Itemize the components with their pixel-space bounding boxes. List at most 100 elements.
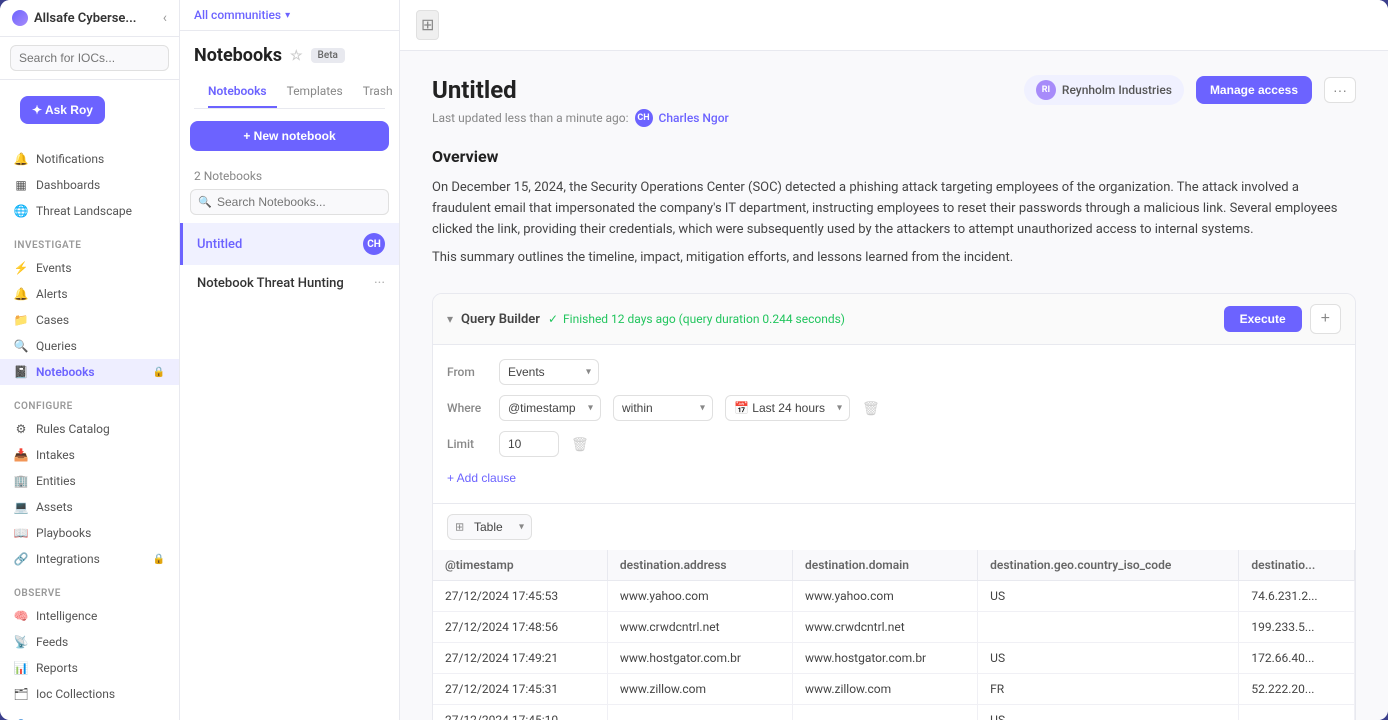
results-table-container: @timestamp destination.address destinati…	[433, 550, 1355, 720]
sidebar-collapse-btn[interactable]: ‹	[163, 10, 167, 26]
sidebar-item-label: Alerts	[36, 287, 68, 301]
sidebar-item-label: Threat Landscape	[36, 204, 132, 218]
notebook-meta: Last updated less than a minute ago: CH …	[432, 109, 1356, 127]
query-row-limit: Limit 🗑	[447, 431, 1341, 457]
tab-templates[interactable]: Templates	[287, 76, 353, 108]
cell-timestamp: 27/12/2024 17:45:10	[433, 705, 607, 720]
search-input[interactable]	[10, 45, 169, 71]
community-name: All communities	[194, 8, 281, 22]
feeds-icon: 📡	[14, 635, 28, 649]
brand-icon	[12, 10, 28, 26]
sidebar-item-events[interactable]: ⚡ Events	[0, 255, 179, 281]
sidebar-item-assets[interactable]: 💻 Assets	[0, 494, 179, 520]
table-row: 27/12/2024 17:45:31 www.zillow.com www.z…	[433, 674, 1355, 705]
sidebar: Allsafe Cyberse... ‹ ✦ Ask Roy 🔔 Notific…	[0, 0, 180, 720]
table-row: 27/12/2024 17:49:21 www.hostgator.com.br…	[433, 643, 1355, 674]
integrations-lock-icon: 🔒	[153, 554, 165, 565]
sidebar-item-reports[interactable]: 📊 Reports	[0, 655, 179, 681]
table-body: 27/12/2024 17:45:53 www.yahoo.com www.ya…	[433, 581, 1355, 720]
limit-input[interactable]	[499, 431, 559, 457]
integrations-icon: 🔗	[14, 552, 28, 566]
brand-name: Allsafe Cyberse...	[34, 11, 137, 26]
where-delete-button[interactable]: 🗑	[862, 400, 880, 417]
query-header: ▾ Query Builder ✓ Finished 12 days ago (…	[433, 294, 1355, 345]
more-options-button[interactable]: ···	[1324, 77, 1356, 103]
tab-trash[interactable]: Trash	[363, 76, 403, 108]
ask-roy-wrap: ✦ Ask Roy	[0, 80, 179, 140]
notebooks-header: Notebooks ☆ Beta Notebooks Templates Tra…	[180, 31, 399, 109]
sidebar-item-notebooks[interactable]: 📓 Notebooks 🔒	[0, 359, 179, 385]
sidebar-item-notifications[interactable]: 🔔 Notifications	[0, 146, 179, 172]
cell-destination-extra: 52.222.20...	[1239, 674, 1355, 705]
overview-title: Overview	[432, 147, 1356, 166]
community-bar[interactable]: All communities ▾	[180, 0, 399, 31]
where-time-select[interactable]: 📅 Last 24 hours	[725, 395, 850, 421]
bell-icon: 🔔	[14, 152, 28, 166]
star-icon[interactable]: ☆	[290, 48, 303, 64]
new-notebook-button[interactable]: + New notebook	[190, 121, 389, 151]
sidebar-item-cases[interactable]: 📁 Cases	[0, 307, 179, 333]
cell-destination-address: www.crwdcntrl.net	[607, 612, 792, 643]
tab-notebooks[interactable]: Notebooks	[208, 76, 277, 108]
from-label: From	[447, 365, 487, 379]
cell-destination-domain	[793, 705, 978, 720]
cell-destination-address: www.yahoo.com	[607, 581, 792, 612]
cell-destination-extra	[1239, 705, 1355, 720]
sidebar-item-integrations[interactable]: 🔗 Integrations 🔒	[0, 546, 179, 572]
sidebar-item-ioc-collections[interactable]: 🗂 Ioc Collections	[0, 681, 179, 707]
query-status-check-icon: ✓	[548, 312, 558, 326]
table-chevron-icon: ▾	[519, 522, 524, 533]
sidebar-item-label: Rules Catalog	[36, 422, 110, 436]
reports-icon: 📊	[14, 661, 28, 675]
table-row: 27/12/2024 17:45:53 www.yahoo.com www.ya…	[433, 581, 1355, 612]
dashboards-icon: ▦	[14, 178, 28, 192]
sidebar-item-charles-ngor[interactable]: 👤 Charles Ngor	[0, 713, 179, 720]
where-operator-select[interactable]: within	[613, 395, 713, 421]
notebook-item-untitled[interactable]: Untitled CH	[180, 223, 399, 265]
sidebar-item-entities[interactable]: 🏢 Entities	[0, 468, 179, 494]
table-selector: ⊞ Table ▾	[433, 503, 1355, 550]
manage-access-button[interactable]: Manage access	[1196, 76, 1312, 104]
ioc-icon: 🗂	[14, 687, 28, 701]
add-clause-button[interactable]: + Add clause	[447, 467, 516, 489]
notebooks-search-input[interactable]	[190, 189, 389, 215]
sidebar-item-rules-catalog[interactable]: ⚙ Rules Catalog	[0, 416, 179, 442]
sidebar-header: Allsafe Cyberse... ‹	[0, 0, 179, 37]
sidebar-item-threat-landscape[interactable]: 🌐 Threat Landscape	[0, 198, 179, 224]
intelligence-icon: 🧠	[14, 609, 28, 623]
limit-delete-button[interactable]: 🗑	[571, 436, 589, 453]
table-block: ⊞ Table ▾ @timestamp des	[433, 503, 1355, 720]
main-toolbar: ⊞	[400, 0, 1388, 51]
col-destination-extra: destinatio...	[1239, 550, 1355, 581]
where-field-select[interactable]: @timestamp	[499, 395, 601, 421]
sidebar-item-label: Feeds	[36, 635, 68, 649]
sidebar-item-queries[interactable]: 🔍 Queries	[0, 333, 179, 359]
sidebar-item-feeds[interactable]: 📡 Feeds	[0, 629, 179, 655]
add-block-button[interactable]: +	[1310, 304, 1341, 334]
notebook-item-dots-icon: ···	[374, 275, 385, 291]
rules-icon: ⚙	[14, 422, 28, 436]
query-collapse-icon[interactable]: ▾	[447, 312, 453, 326]
notebook-item-threat-hunting[interactable]: Notebook Threat Hunting ···	[180, 265, 399, 301]
sidebar-item-alerts[interactable]: 🔔 Alerts	[0, 281, 179, 307]
ask-roy-button[interactable]: ✦ Ask Roy	[20, 96, 105, 124]
query-header-right: Execute +	[1224, 304, 1341, 334]
sidebar-item-label: Intakes	[36, 448, 75, 462]
cell-timestamp: 27/12/2024 17:45:53	[433, 581, 607, 612]
where-time-wrap: 📅 Last 24 hours	[725, 395, 850, 421]
grid-view-button[interactable]: ⊞	[416, 10, 439, 40]
sidebar-item-intelligence[interactable]: 🧠 Intelligence	[0, 603, 179, 629]
events-icon: ⚡	[14, 261, 28, 275]
notebooks-search-icon: 🔍	[198, 196, 212, 209]
sidebar-item-intakes[interactable]: 📥 Intakes	[0, 442, 179, 468]
sidebar-item-dashboards[interactable]: ▦ Dashboards	[0, 172, 179, 198]
execute-button[interactable]: Execute	[1224, 306, 1302, 332]
cell-destination-geo: US	[978, 581, 1239, 612]
sidebar-item-label: Assets	[36, 500, 73, 514]
brand: Allsafe Cyberse...	[12, 10, 137, 26]
observe-section-label: Observe	[0, 584, 179, 603]
notebook-top-row: Untitled RI Reynholm Industries Manage a…	[432, 75, 1356, 105]
from-select[interactable]: Events	[499, 359, 599, 385]
sidebar-item-label: Notebooks	[36, 365, 95, 379]
sidebar-item-playbooks[interactable]: 📖 Playbooks	[0, 520, 179, 546]
